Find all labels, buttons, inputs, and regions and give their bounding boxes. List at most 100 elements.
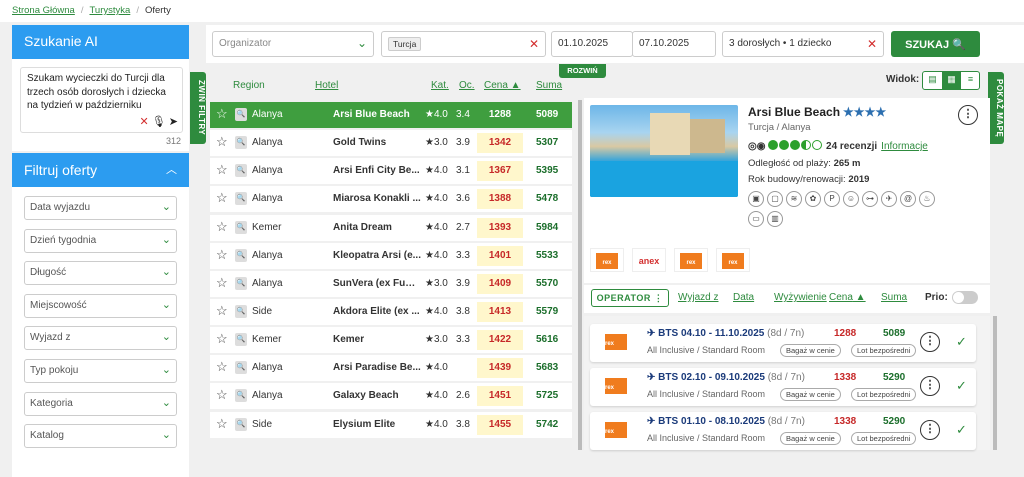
favorite-star-icon[interactable]: ☆ xyxy=(216,387,228,403)
show-map-tab[interactable]: POKAŻ MAPĘ xyxy=(988,72,1004,144)
view-grid-icon[interactable]: ▦ xyxy=(942,72,961,89)
row-price: 1422 xyxy=(477,330,523,351)
favorite-star-icon[interactable]: ☆ xyxy=(216,162,228,178)
hotel-row[interactable]: ☆ 🔍 Alanya Arsi Paradise Be... ★4.0 1439 5683 xyxy=(210,355,572,382)
hotel-row[interactable]: ☆ 🔍 Alanya SunVera (ex Fun ... ★3.0 3.9 1409 55… xyxy=(210,270,572,297)
offer-row[interactable]: rex ✈ BTS 04.10 - 11.10.2025 (8d / 7n) All… xyxy=(590,324,976,362)
col-oc[interactable]: Oc. xyxy=(459,80,475,91)
list-scrollbar[interactable] xyxy=(578,100,582,450)
row-hotel: Arsi Paradise Be... xyxy=(333,362,421,374)
favorite-star-icon[interactable]: ☆ xyxy=(216,219,228,235)
clear-icon[interactable]: ✕ xyxy=(867,37,877,51)
sort-wyjazd[interactable]: Wyjazd z xyxy=(678,292,718,303)
hotel-row[interactable]: ☆ 🔍 Side Akdora Elite (ex ... ★4.0 3.8 1413 557… xyxy=(210,298,572,325)
hotel-row[interactable]: ☆ 🔍 Alanya Galaxy Beach ★4.0 2.6 1451 5725 xyxy=(210,383,572,410)
year-label: Rok budowy/renowacji: xyxy=(748,174,846,185)
favorite-star-icon[interactable]: ☆ xyxy=(216,416,228,432)
collapse-filters-tab[interactable]: ZWIŃ FILTRY xyxy=(190,72,206,144)
sort-wyzywienie[interactable]: Wyżywienie xyxy=(774,292,827,303)
preview-icon[interactable]: 🔍 xyxy=(235,164,247,178)
filter-label: Typ pokoju xyxy=(30,364,79,376)
offer-menu-button[interactable]: ⋮ xyxy=(920,376,940,396)
hotel-row[interactable]: ☆ 🔍 Side Elysium Elite ★4.0 3.8 1455 5742 xyxy=(210,411,572,438)
sort-cena[interactable]: Cena ▲ xyxy=(829,292,866,303)
filter-miejscowosc[interactable]: Miejscowość ⌄ xyxy=(24,293,177,318)
preview-icon[interactable]: 🔍 xyxy=(235,136,247,150)
offer-row[interactable]: rex ✈ BTS 02.10 - 09.10.2025 (8d / 7n) All… xyxy=(590,368,976,406)
col-hotel[interactable]: Hotel xyxy=(315,80,338,91)
filter-data-wyjazdu[interactable]: Data wyjazdu ⌄ xyxy=(24,196,177,220)
filter-dzien-tygodnia[interactable]: Dzień tygodnia ⌄ xyxy=(24,228,177,253)
hotel-row[interactable]: ☆ 🔍 Kemer Anita Dream ★4.0 2.7 1393 5984 xyxy=(210,214,572,241)
operator-rex-logo[interactable]: rex xyxy=(716,248,750,272)
operator-anex-logo[interactable]: anex xyxy=(632,248,666,272)
favorite-star-icon[interactable]: ☆ xyxy=(216,106,228,122)
preview-icon[interactable]: 🔍 xyxy=(235,333,247,347)
favorite-star-icon[interactable]: ☆ xyxy=(216,190,228,206)
hotel-row[interactable]: ☆ 🔍 Alanya Arsi Blue Beach ★4.0 3.4 1288 5089 xyxy=(210,102,572,128)
offer-menu-button[interactable]: ⋮ xyxy=(920,420,940,440)
favorite-star-icon[interactable]: ☆ xyxy=(216,275,228,291)
operator-button[interactable]: OPERATOR ⋮ xyxy=(591,289,669,307)
preview-icon[interactable]: 🔍 xyxy=(235,276,247,290)
breadcrumb-home[interactable]: Strona Główna xyxy=(12,5,75,16)
preview-icon[interactable]: 🔍 xyxy=(235,192,247,206)
hotel-list: ☆ 🔍 Alanya Arsi Blue Beach ★4.0 3.4 1288 5089 ☆ 🔍… xyxy=(210,102,572,440)
col-cena[interactable]: Cena ▲ xyxy=(484,80,521,91)
sort-data[interactable]: Data xyxy=(733,292,754,303)
clear-icon[interactable]: ✕ xyxy=(529,37,539,51)
offer-title: ✈ BTS 04.10 - 11.10.2025 (8d / 7n) xyxy=(647,328,804,339)
hotel-row[interactable]: ☆ 🔍 Alanya Miarosa Konakli ... ★4.0 3.6 1388 54… xyxy=(210,186,572,213)
date-from-input[interactable]: 01.10.2025 xyxy=(551,31,633,57)
preview-icon[interactable]: 🔍 xyxy=(235,361,247,375)
hotel-row[interactable]: ☆ 🔍 Alanya Gold Twins ★3.0 3.9 1342 5307 xyxy=(210,130,572,157)
hotel-menu-button[interactable]: ⋮ xyxy=(958,105,978,125)
prio-toggle[interactable] xyxy=(952,291,978,304)
filter-katalog[interactable]: Katalog ⌄ xyxy=(24,424,177,449)
filter-kategoria[interactable]: Kategoria ⌄ xyxy=(24,391,177,416)
search-button[interactable]: SZUKAJ 🔍 xyxy=(891,31,980,57)
microphone-icon[interactable]: 🎙 xyxy=(152,116,166,128)
hotel-row[interactable]: ☆ 🔍 Kemer Kemer ★3.0 3.3 1422 5616 xyxy=(210,327,572,354)
info-link[interactable]: Informacje xyxy=(881,141,928,152)
breadcrumb-section[interactable]: Turystyka xyxy=(89,5,130,16)
preview-icon[interactable]: 🔍 xyxy=(235,389,247,403)
favorite-star-icon[interactable]: ☆ xyxy=(216,134,228,150)
operator-rex-logo: rex xyxy=(605,334,627,350)
organizer-select[interactable]: Organizator ⌄ xyxy=(212,31,374,57)
favorite-star-icon[interactable]: ☆ xyxy=(216,331,228,347)
filter-dlugosc[interactable]: Długość ⌄ xyxy=(24,261,177,286)
offers-scrollbar[interactable] xyxy=(993,316,997,450)
operator-rex-logo[interactable]: rex xyxy=(590,248,624,272)
preview-icon[interactable]: 🔍 xyxy=(235,248,247,262)
preview-icon[interactable]: 🔍 xyxy=(235,304,247,318)
favorite-star-icon[interactable]: ☆ xyxy=(216,247,228,263)
filter-typ-pokoju[interactable]: Typ pokoju ⌄ xyxy=(24,358,177,383)
preview-icon[interactable]: 🔍 xyxy=(235,220,247,234)
offer-menu-button[interactable]: ⋮ xyxy=(920,332,940,352)
filter-wyjazd-z[interactable]: Wyjazd z ⌄ xyxy=(24,326,177,351)
ai-query-input[interactable]: Szukam wycieczki do Turcji dla trzech os… xyxy=(20,67,183,133)
view-compact-icon[interactable]: ≡ xyxy=(961,72,980,89)
preview-icon[interactable]: 🔍 xyxy=(235,417,247,431)
filters-header[interactable]: Filtruj oferty ︿ xyxy=(12,153,189,187)
offer-row[interactable]: rex ✈ BTS 01.10 - 08.10.2025 (8d / 7n) All… xyxy=(590,412,976,450)
favorite-star-icon[interactable]: ☆ xyxy=(216,359,228,375)
col-kat[interactable]: Kat. xyxy=(431,80,449,91)
country-select[interactable]: Turcja ✕ xyxy=(381,31,546,57)
hotel-row[interactable]: ☆ 🔍 Alanya Kleopatra Arsi (e... ★4.0 3.3 1401 5… xyxy=(210,242,572,269)
row-category: ★4.0 xyxy=(425,305,448,317)
send-icon[interactable]: ➤ xyxy=(169,116,178,128)
view-list-icon[interactable]: ▤ xyxy=(923,72,942,89)
col-suma[interactable]: Suma xyxy=(536,80,562,91)
persons-select[interactable]: 3 dorosłych • 1 dziecko ✕ xyxy=(722,31,884,57)
date-to-input[interactable]: 07.10.2025 xyxy=(632,31,716,57)
expand-tab[interactable]: ROZWIŃ xyxy=(559,64,606,78)
clear-icon[interactable]: ✕ xyxy=(139,116,148,128)
operator-rex-logo[interactable]: rex xyxy=(674,248,708,272)
sort-suma[interactable]: Suma xyxy=(881,292,907,303)
hotel-photo[interactable] xyxy=(590,105,738,197)
preview-icon[interactable]: 🔍 xyxy=(235,108,247,121)
favorite-star-icon[interactable]: ☆ xyxy=(216,303,228,319)
hotel-row[interactable]: ☆ 🔍 Alanya Arsi Enfi City Be... ★4.0 3.1 1367 5… xyxy=(210,158,572,185)
